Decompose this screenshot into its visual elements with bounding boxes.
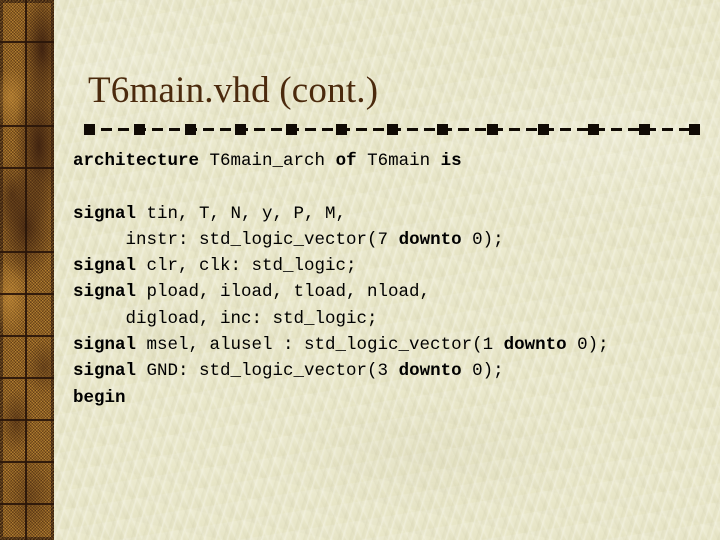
divider-dot bbox=[487, 124, 498, 135]
code-text: clr, clk: std_logic; bbox=[146, 256, 357, 277]
code-keyword: signal bbox=[73, 256, 147, 277]
code-keyword: downto bbox=[398, 361, 473, 382]
border-grid-horizontal-line bbox=[0, 503, 54, 505]
border-grid-horizontal-line bbox=[0, 377, 54, 379]
code-text: instr: std_logic_vector(7 bbox=[73, 229, 399, 250]
code-keyword: signal bbox=[73, 335, 147, 356]
border-grid-horizontal-line bbox=[0, 335, 54, 337]
code-text: T6main_arch bbox=[209, 151, 336, 171]
code-line: signal clr, clk: std_logic; bbox=[73, 253, 713, 279]
divider-dot bbox=[336, 124, 347, 135]
code-keyword: is bbox=[440, 151, 462, 171]
code-keyword: of bbox=[335, 151, 368, 171]
code-keyword: downto bbox=[503, 335, 578, 356]
title-divider bbox=[84, 124, 700, 135]
code-line: instr: std_logic_vector(7 downto 0); bbox=[73, 227, 713, 253]
divider-dot bbox=[437, 124, 448, 135]
divider-dot bbox=[689, 124, 700, 135]
code-keyword: begin bbox=[73, 387, 126, 408]
border-grid-horizontal-line bbox=[0, 251, 54, 253]
border-grid-vertical-line bbox=[25, 0, 27, 540]
code-keyword: signal bbox=[73, 282, 147, 303]
divider-dot bbox=[185, 124, 196, 135]
border-grid-horizontal-line bbox=[0, 419, 54, 421]
divider-dot bbox=[387, 124, 398, 135]
border-grid-horizontal-line bbox=[0, 293, 54, 295]
divider-dot bbox=[538, 124, 549, 135]
code-line: signal msel, alusel : std_logic_vector(1… bbox=[73, 332, 713, 358]
code-text: pload, iload, tload, nload, bbox=[146, 282, 431, 303]
border-grid-horizontal-line bbox=[0, 41, 54, 43]
slide-canvas: T6main.vhd (cont.) architecture T6main_a… bbox=[0, 0, 720, 540]
code-text: 0); bbox=[577, 335, 609, 356]
code-text: digload, inc: std_logic; bbox=[73, 308, 378, 329]
code-keyword: architecture bbox=[73, 151, 210, 171]
code-line: signal GND: std_logic_vector(3 downto 0)… bbox=[73, 358, 713, 384]
code-line: architecture T6main_arch of T6main is bbox=[73, 148, 713, 174]
code-text: 0); bbox=[472, 229, 504, 250]
code-line: begin bbox=[73, 385, 713, 411]
code-keyword: downto bbox=[398, 229, 473, 250]
border-grid-horizontal-line bbox=[0, 167, 54, 169]
code-keyword: signal bbox=[73, 203, 147, 224]
code-text: GND: std_logic_vector(3 bbox=[146, 361, 399, 382]
code-block: architecture T6main_arch of T6main is si… bbox=[73, 148, 713, 411]
code-text: T6main bbox=[367, 151, 441, 171]
divider-dot bbox=[588, 124, 599, 135]
code-keyword: signal bbox=[73, 361, 147, 382]
divider-dot bbox=[286, 124, 297, 135]
divider-dot bbox=[134, 124, 145, 135]
code-text: 0); bbox=[472, 361, 504, 382]
code-line: signal tin, T, N, y, P, M, bbox=[73, 201, 713, 227]
divider-dot bbox=[235, 124, 246, 135]
code-text: msel, alusel : std_logic_vector(1 bbox=[146, 335, 504, 356]
code-line: digload, inc: std_logic; bbox=[73, 306, 713, 332]
decorative-left-border bbox=[0, 0, 54, 540]
border-grid-horizontal-line bbox=[0, 125, 54, 127]
code-line: signal pload, iload, tload, nload, bbox=[73, 279, 713, 305]
divider-dot bbox=[84, 124, 95, 135]
divider-dot bbox=[639, 124, 650, 135]
border-marble-blotches bbox=[0, 0, 54, 540]
code-text: tin, T, N, y, P, M, bbox=[146, 203, 347, 224]
border-grid-horizontal-line bbox=[0, 461, 54, 463]
slide-title: T6main.vhd (cont.) bbox=[88, 70, 379, 111]
